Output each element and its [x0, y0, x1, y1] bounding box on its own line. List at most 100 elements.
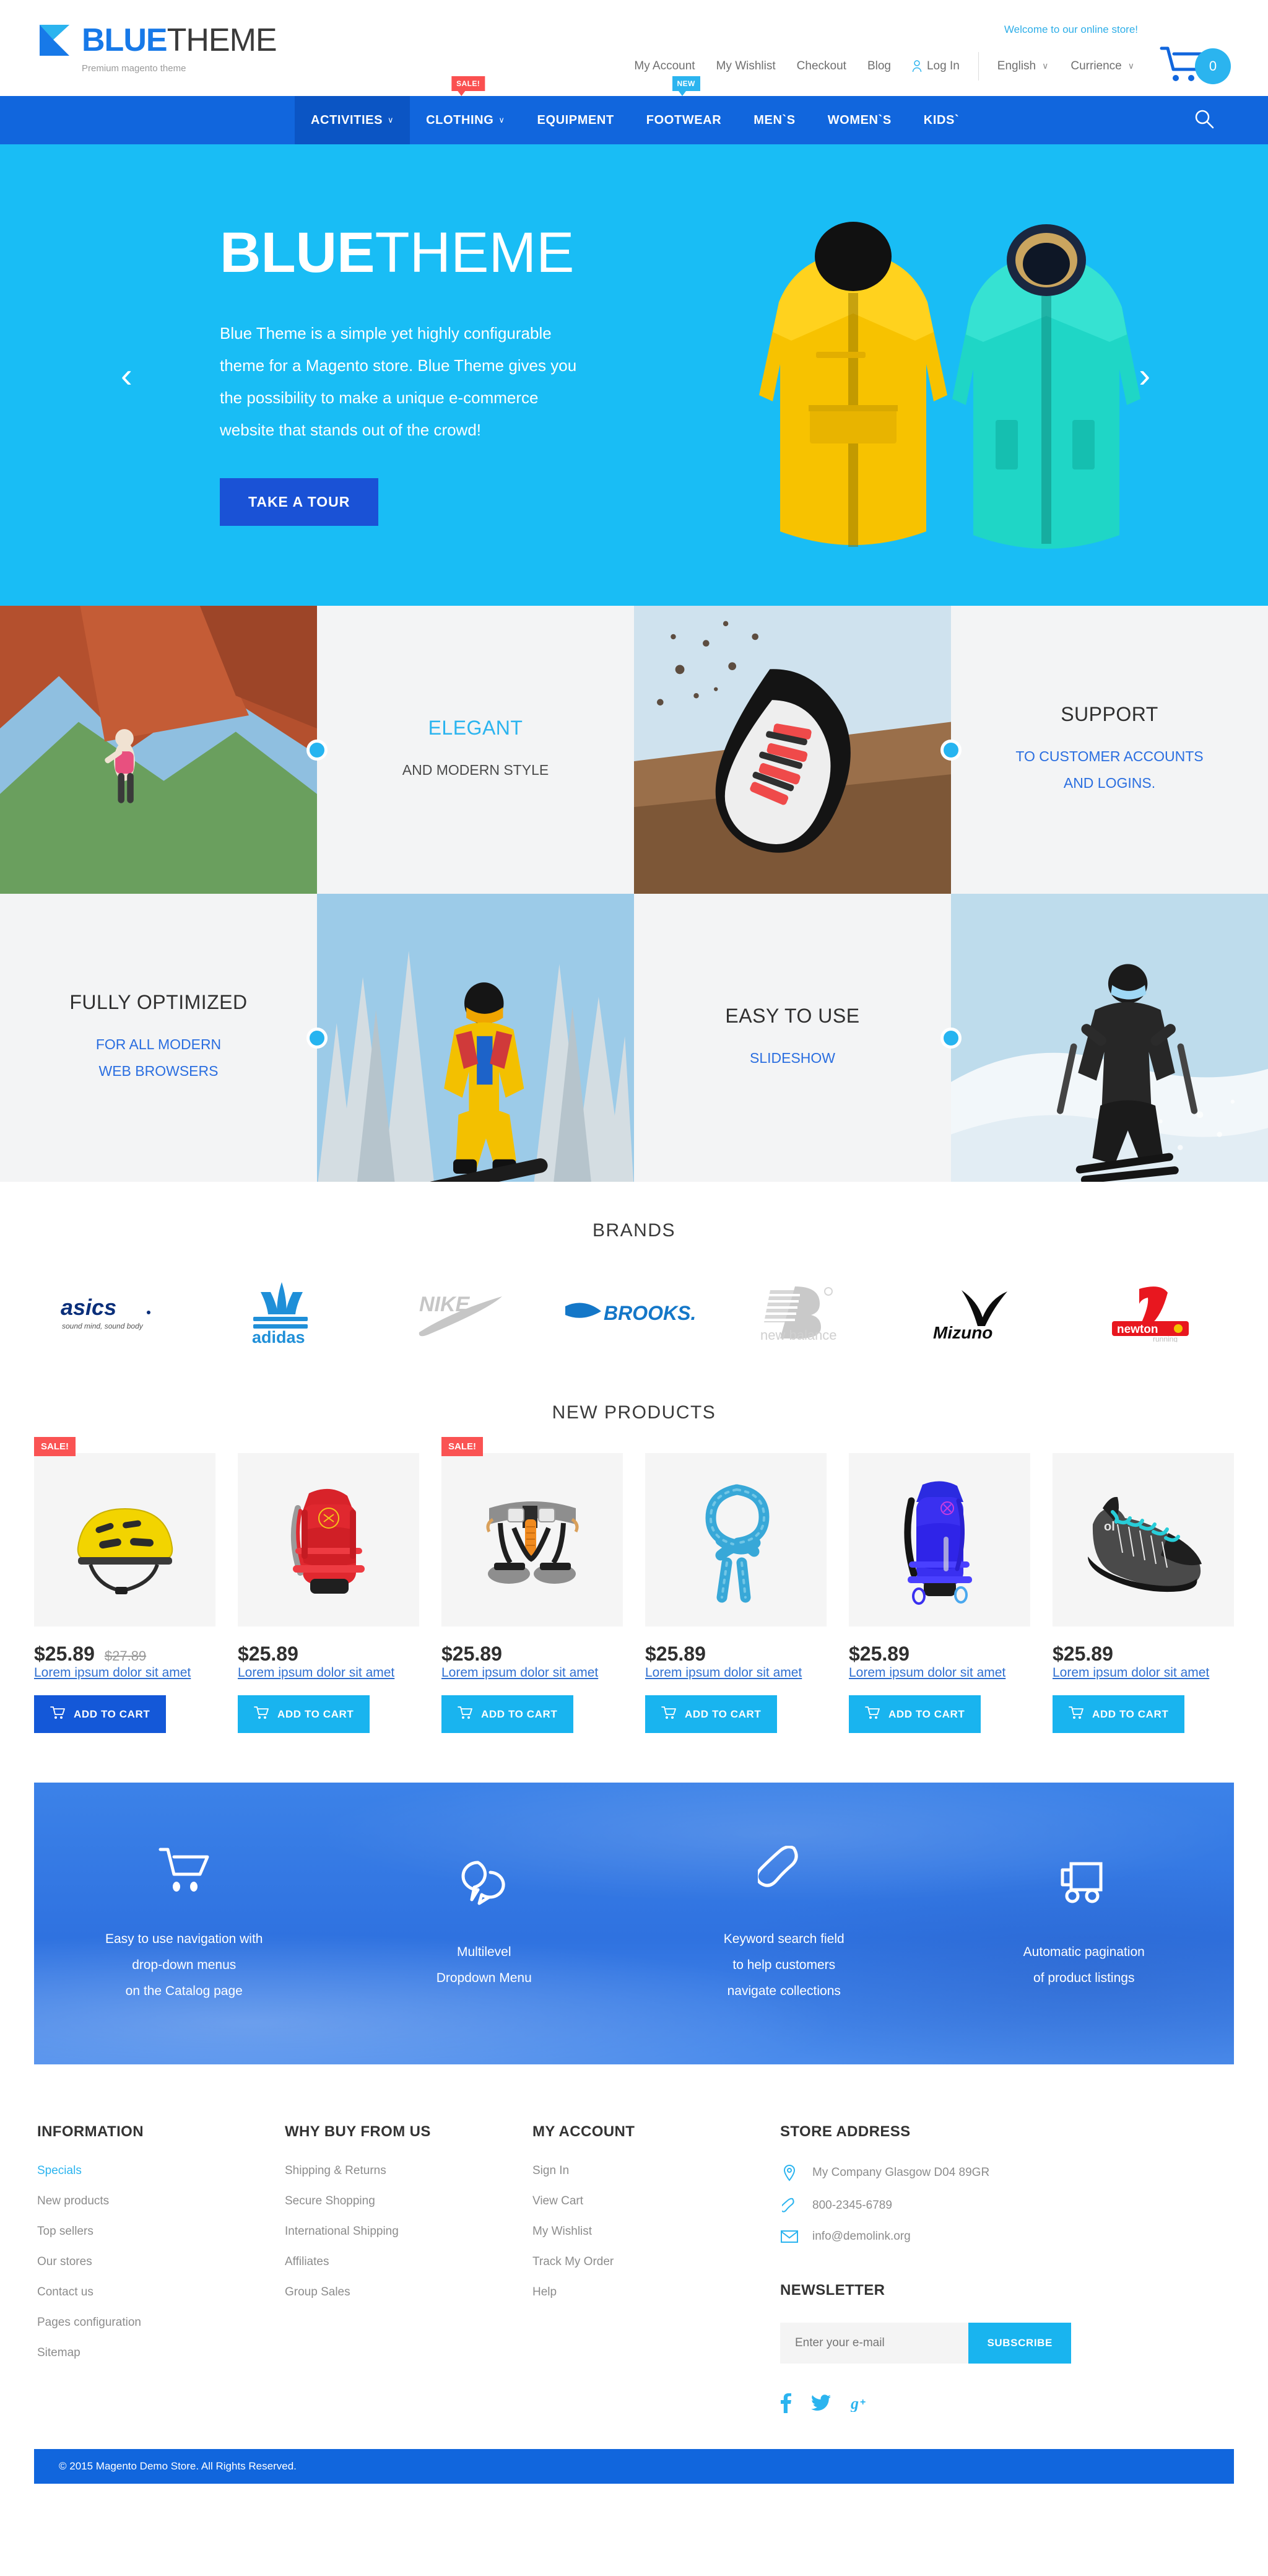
footer-link-top-sellers[interactable]: Top sellers: [37, 2225, 285, 2238]
feature-easy-to-use: EASY TO USE SLIDESHOW: [634, 894, 962, 1182]
promo-text: Keyword search field to help customers n…: [723, 1931, 845, 1998]
footer-link-affiliates[interactable]: Affiliates: [285, 2255, 532, 2269]
add-to-cart-button[interactable]: ADD TO CART: [849, 1695, 981, 1733]
product-price: $25.89: [34, 1643, 95, 1665]
brand-asics[interactable]: asics sound mind, sound body: [28, 1272, 201, 1353]
product-price-row: $25.89: [645, 1643, 827, 1666]
footer-link-group-sales[interactable]: Group Sales: [285, 2286, 532, 2299]
facebook-icon[interactable]: [780, 2393, 791, 2417]
header-link-login[interactable]: Log In: [912, 59, 960, 73]
nav-item-footwear[interactable]: NEW FOOTWEAR: [630, 76, 737, 144]
footer-col-why-buy: WHY BUY FROM US Shipping & Returns Secur…: [285, 2123, 532, 2417]
search-button[interactable]: [1194, 96, 1233, 144]
feature-grid-row-2: FULLY OPTIMIZED FOR ALL MODERN WEB BROWS…: [0, 894, 1268, 1182]
nav-label: CLOTHING: [426, 113, 494, 127]
product-image-blue-rope[interactable]: [645, 1453, 827, 1626]
product-card[interactable]: $25.89 Lorem ipsum dolor sit amet ADD TO…: [849, 1453, 1030, 1733]
feature-subtitle: TO CUSTOMER ACCOUNTS AND LOGINS.: [1015, 748, 1204, 791]
header-link-checkout[interactable]: Checkout: [797, 59, 846, 73]
nav-item-equipment[interactable]: EQUIPMENT: [521, 96, 630, 144]
product-name[interactable]: Lorem ipsum dolor sit amet: [34, 1666, 191, 1680]
language-selector[interactable]: English ∨: [997, 59, 1049, 73]
product-name[interactable]: Lorem ipsum dolor sit amet: [238, 1666, 394, 1680]
nav-label: WOMEN`S: [827, 113, 892, 127]
google-plus-icon[interactable]: g +: [850, 2395, 872, 2416]
header-link-my-wishlist[interactable]: My Wishlist: [716, 59, 776, 73]
header-link-blog[interactable]: Blog: [867, 59, 891, 73]
footer-link-shipping-returns[interactable]: Shipping & Returns: [285, 2164, 532, 2178]
truck-icon: [953, 1856, 1216, 1910]
login-label: Log In: [926, 59, 960, 72]
brand-newton[interactable]: newton running: [1067, 1272, 1240, 1353]
product-name[interactable]: Lorem ipsum dolor sit amet: [849, 1666, 1005, 1680]
cart-button[interactable]: 0: [1159, 45, 1231, 87]
newsletter-email-input[interactable]: [780, 2323, 969, 2364]
product-name[interactable]: Lorem ipsum dolor sit amet: [441, 1666, 598, 1680]
footer-link-contact-us[interactable]: Contact us: [37, 2286, 285, 2299]
product-image-red-backpack[interactable]: [238, 1453, 419, 1626]
feature-title: ELEGANT: [428, 716, 523, 739]
add-to-cart-button[interactable]: ADD TO CART: [34, 1695, 167, 1733]
subscribe-button[interactable]: SUBSCRIBE: [968, 2323, 1071, 2364]
currency-label: Currience: [1070, 59, 1122, 72]
add-to-cart-label: ADD TO CART: [1092, 1708, 1169, 1720]
add-to-cart-button[interactable]: ADD TO CART: [238, 1695, 370, 1733]
brands-row: asics sound mind, sound body adidas NIKE…: [0, 1241, 1268, 1365]
footer-link-sitemap[interactable]: Sitemap: [37, 2346, 285, 2360]
footer-link-new-products[interactable]: New products: [37, 2194, 285, 2208]
add-to-cart-button[interactable]: ADD TO CART: [1053, 1695, 1185, 1733]
logo-text: BLUETHEME: [82, 24, 277, 56]
product-name[interactable]: Lorem ipsum dolor sit amet: [1053, 1666, 1209, 1680]
footer-link-sign-in[interactable]: Sign In: [532, 2164, 780, 2178]
site-logo[interactable]: BLUETHEME Premium magento theme: [37, 24, 277, 74]
add-to-cart-button[interactable]: ADD TO CART: [645, 1695, 778, 1733]
store-phone-text: 800-2345-6789: [812, 2199, 892, 2212]
product-card[interactable]: $25.89 Lorem ipsum dolor sit amet ADD TO…: [645, 1453, 827, 1733]
nav-label: MEN`S: [753, 113, 796, 127]
footer-title: WHY BUY FROM US: [285, 2123, 431, 2140]
take-a-tour-button[interactable]: TAKE A TOUR: [220, 478, 379, 526]
product-image-climbing-shoe[interactable]: ol: [1053, 1453, 1234, 1626]
brand-adidas[interactable]: adidas: [201, 1272, 375, 1353]
cart-count-badge: 0: [1195, 48, 1231, 84]
footer-link-help[interactable]: Help: [532, 2286, 780, 2299]
product-image-climbing-harness[interactable]: [441, 1453, 623, 1626]
svg-text:new balance: new balance: [760, 1327, 837, 1343]
product-price-row: $25.89 $27.89: [34, 1643, 215, 1666]
product-card[interactable]: SALE!: [34, 1437, 215, 1733]
product-card[interactable]: $25.89 Lorem ipsum dolor sit amet ADD TO…: [238, 1453, 419, 1733]
bottom-spacer: [0, 2484, 1268, 2549]
nav-item-womens[interactable]: WOMEN`S: [812, 96, 908, 144]
product-image-yellow-helmet[interactable]: [34, 1453, 215, 1626]
brand-new-balance[interactable]: new balance: [721, 1272, 894, 1353]
brand-nike[interactable]: NIKE: [374, 1272, 547, 1353]
footer-link-our-stores[interactable]: Our stores: [37, 2255, 285, 2269]
footer-link-specials[interactable]: Specials: [37, 2164, 285, 2178]
footer-link-view-cart[interactable]: View Cart: [532, 2194, 780, 2208]
nav-item-activities[interactable]: ACTIVITIES ∨: [295, 96, 410, 144]
currency-selector[interactable]: Currience ∨: [1070, 59, 1134, 73]
footer-link-pages-configuration[interactable]: Pages configuration: [37, 2316, 285, 2329]
twitter-icon[interactable]: [811, 2395, 831, 2416]
product-price: $25.89: [1053, 1643, 1113, 1665]
brand-brooks[interactable]: BROOKS.: [547, 1272, 721, 1353]
store-email-text: info@demolink.org: [812, 2230, 911, 2243]
product-name[interactable]: Lorem ipsum dolor sit amet: [645, 1666, 802, 1680]
footer-link-secure-shopping[interactable]: Secure Shopping: [285, 2194, 532, 2208]
hero-next-arrow[interactable]: ›: [1139, 357, 1150, 393]
footer-link-international-shipping[interactable]: International Shipping: [285, 2225, 532, 2238]
nav-item-kids[interactable]: KIDS`: [908, 96, 975, 144]
product-image-blue-backpack[interactable]: [849, 1453, 1030, 1626]
footer-link-track-my-order[interactable]: Track My Order: [532, 2255, 780, 2269]
feature-title: FULLY OPTIMIZED: [69, 991, 248, 1014]
nav-item-mens[interactable]: MEN`S: [737, 96, 811, 144]
footer-link-my-wishlist[interactable]: My Wishlist: [532, 2225, 780, 2238]
add-to-cart-button[interactable]: ADD TO CART: [441, 1695, 574, 1733]
chevron-down-icon: ∨: [388, 115, 394, 124]
product-card[interactable]: ol $25.89 Lorem ipsum dolor sit amet ADD…: [1053, 1453, 1234, 1733]
hero-prev-arrow[interactable]: ‹: [121, 357, 132, 393]
header-link-my-account[interactable]: My Account: [634, 59, 695, 73]
nav-item-clothing[interactable]: SALE! CLOTHING ∨: [410, 76, 521, 144]
product-card[interactable]: SALE!: [441, 1437, 623, 1733]
brand-mizuno[interactable]: Mizuno: [894, 1272, 1067, 1353]
